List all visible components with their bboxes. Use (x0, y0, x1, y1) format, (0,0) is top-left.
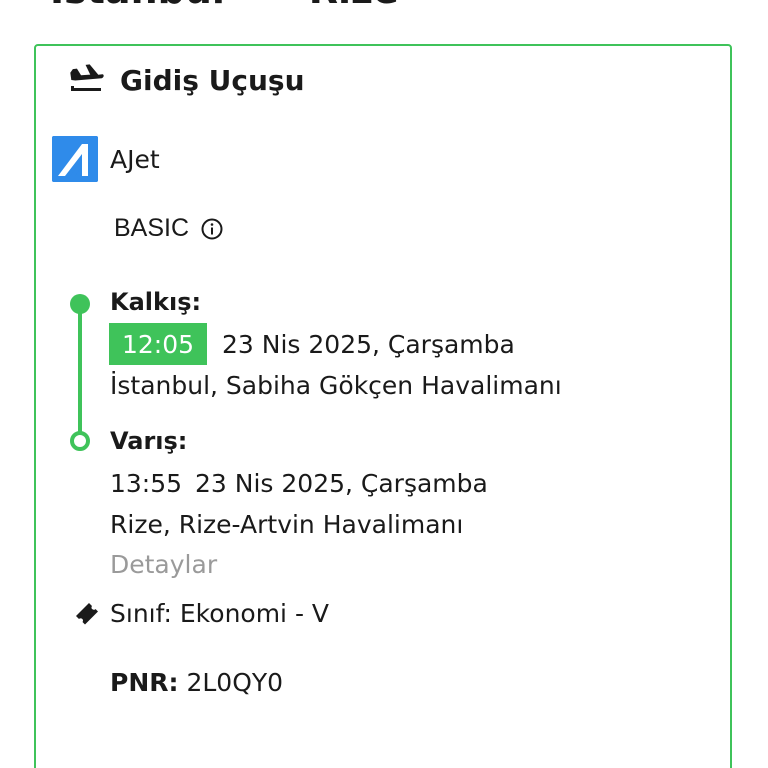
route-destination: Rize (309, 0, 399, 12)
airline-name: AJet (110, 144, 160, 174)
fare-name: BASIC (114, 214, 190, 242)
arrival-dot (70, 431, 90, 451)
arrival-label: Varış: (110, 427, 188, 455)
cabin-class-row: Sınıf: Ekonomi - V (72, 598, 329, 628)
route-title: İstanbul → Rize (50, 0, 399, 12)
section-header: Gidiş Uçuşu (68, 62, 305, 98)
arrival-date: 23 Nis 2025, Çarşamba (195, 469, 488, 498)
details-link[interactable]: Detaylar (110, 550, 217, 579)
ajet-logo (52, 136, 98, 182)
arrival-time: 13:55 (110, 469, 183, 498)
pnr-label: PNR: (110, 668, 179, 697)
departure-dot (70, 294, 90, 314)
departure-date: 23 Nis 2025, Çarşamba (222, 330, 515, 359)
pnr-row: PNR: 2L0QY0 (110, 668, 283, 697)
departure-label: Kalkış: (110, 288, 202, 316)
info-icon[interactable] (201, 218, 223, 240)
departure-airport: İstanbul, Sabiha Gökçen Havalimanı (110, 371, 562, 400)
departure-time-badge: 12:05 (109, 323, 207, 365)
cabin-class-text: Sınıf: Ekonomi - V (110, 598, 330, 628)
pnr-value: 2L0QY0 (186, 668, 284, 697)
fare-row: BASIC (114, 214, 223, 243)
ticket-icon (76, 603, 98, 625)
airline-row: AJet (52, 136, 160, 182)
flight-details-page: İstanbul → Rize Gidiş Uçuşu AJet BASIC Kal… (0, 0, 768, 768)
section-title: Gidiş Uçuşu (120, 63, 305, 97)
route-arrow-icon: → (251, 0, 283, 12)
arrival-airport: Rize, Rize-Artvin Havalimanı (110, 510, 464, 539)
plane-departure-icon (70, 64, 104, 91)
timeline-line (78, 304, 82, 442)
route-origin: İstanbul (50, 0, 225, 12)
